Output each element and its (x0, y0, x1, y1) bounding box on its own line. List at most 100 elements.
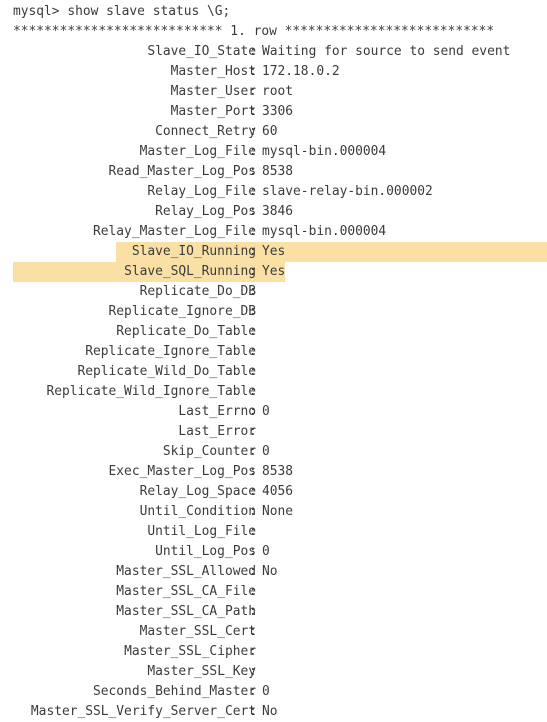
field-separator: : (249, 284, 257, 299)
field-name: Master_Log_File (139, 144, 256, 159)
field-separator: : (249, 184, 257, 199)
field-separator: : (249, 664, 257, 679)
field-separator: : (249, 364, 257, 379)
field-value: Yes (262, 244, 286, 259)
status-field-row: Read_Master_Log_Pos:8538 (0, 162, 547, 182)
field-separator: : (249, 644, 257, 659)
field-name: Last_Error (178, 424, 256, 439)
status-field-row: Until_Log_File: (0, 522, 547, 542)
field-name: Until_Log_File (147, 524, 256, 539)
field-separator: : (249, 404, 257, 419)
field-separator: : (249, 704, 257, 719)
field-value: 0 (262, 544, 270, 559)
status-field-row: Master_SSL_Verify_Server_Cert: No (0, 702, 547, 722)
field-value: 3306 (262, 104, 294, 119)
field-separator: : (249, 244, 257, 259)
status-field-row: Last_Errno:0 (0, 402, 547, 422)
field-value: 0 (262, 444, 270, 459)
field-separator: : (249, 384, 257, 399)
field-separator: : (249, 684, 257, 699)
field-separator: : (249, 44, 257, 59)
field-separator: : (249, 104, 257, 119)
field-value: root (262, 84, 294, 99)
status-field-row: Exec_Master_Log_Pos:8538 (0, 462, 547, 482)
field-separator: : (249, 64, 257, 79)
status-field-row: Connect_Retry:60 (0, 122, 547, 142)
field-separator: : (249, 324, 257, 339)
field-value: No (262, 704, 278, 719)
field-name: Replicate_Ignore_Table (85, 344, 256, 359)
field-value: No (262, 564, 278, 579)
field-value: slave-relay-bin.000002 (262, 184, 433, 199)
status-field-row: Last_Error: (0, 422, 547, 442)
field-separator: : (249, 624, 257, 639)
field-value: mysql-bin.000004 (262, 224, 387, 239)
field-separator: : (249, 564, 257, 579)
field-name: Master_SSL_Cert (139, 624, 256, 639)
status-field-row: Master_SSL_CA_File: (0, 582, 547, 602)
field-name: Until_Condition (139, 504, 256, 519)
status-field-row: Master_SSL_Key: (0, 662, 547, 682)
status-field-row: Skip_Counter:0 (0, 442, 547, 462)
field-separator: : (249, 264, 257, 279)
status-field-row: Relay_Log_Space:4056 (0, 482, 547, 502)
status-field-row: Master_Host:172.18.0.2 (0, 62, 547, 82)
field-value: mysql-bin.000004 (262, 144, 387, 159)
field-separator: : (249, 604, 257, 619)
status-field-row: Slave_SQL_Running: Yes (0, 262, 547, 282)
field-name: Replicate_Do_DB (139, 284, 256, 299)
status-field-row: Until_Log_Pos:0 (0, 542, 547, 562)
field-separator: : (249, 204, 257, 219)
field-value: 4056 (262, 484, 294, 499)
field-separator: : (249, 424, 257, 439)
status-field-row: Slave_IO_State: Waiting for source to sen… (0, 42, 547, 62)
field-separator: : (249, 344, 257, 359)
field-separator: : (249, 224, 257, 239)
field-separator: : (249, 544, 257, 559)
field-name: Master_User (170, 84, 256, 99)
status-field-row: Slave_IO_Running: Yes (0, 242, 547, 262)
field-name: Relay_Log_File (147, 184, 256, 199)
field-separator: : (249, 144, 257, 159)
field-name: Master_SSL_Allowed (116, 564, 256, 579)
field-separator: : (249, 124, 257, 139)
status-field-row: Master_SSL_Allowed: No (0, 562, 547, 582)
field-name: Slave_SQL_Running (124, 264, 256, 279)
status-field-row: Master_Port:3306 (0, 102, 547, 122)
field-name: Seconds_Behind_Master (93, 684, 256, 699)
field-name: Until_Log_Pos (155, 544, 256, 559)
status-field-row: Seconds_Behind_Master:0 (0, 682, 547, 702)
field-name: Slave_IO_Running (131, 244, 256, 259)
terminal-output[interactable]: mysql> show slave status \G; ***********… (0, 0, 547, 721)
field-name: Slave_IO_State (147, 44, 256, 59)
field-name: Master_Port (170, 104, 256, 119)
field-name: Relay_Master_Log_File (93, 224, 256, 239)
status-field-row: Master_SSL_CA_Path: (0, 602, 547, 622)
field-name: Replicate_Ignore_DB (108, 304, 256, 319)
field-name: Master_Host (170, 64, 256, 79)
field-value: 60 (262, 124, 278, 139)
field-separator: : (249, 584, 257, 599)
field-separator: : (249, 484, 257, 499)
status-field-row: Master_SSL_Cipher: (0, 642, 547, 662)
status-field-row: Replicate_Do_DB: (0, 282, 547, 302)
field-name: Master_SSL_CA_File (116, 584, 256, 599)
field-separator: : (249, 164, 257, 179)
field-separator: : (249, 84, 257, 99)
field-name: Last_Errno (178, 404, 256, 419)
field-separator: : (249, 304, 257, 319)
status-field-row: Replicate_Ignore_DB: (0, 302, 547, 322)
field-value: Yes (262, 264, 286, 279)
status-field-row: Relay_Master_Log_File: mysql-bin.000004 (0, 222, 547, 242)
field-separator: : (249, 464, 257, 479)
status-field-row: Replicate_Do_Table: (0, 322, 547, 342)
field-name: Exec_Master_Log_Pos (108, 464, 256, 479)
field-name: Connect_Retry (155, 124, 256, 139)
row-header: *************************** 1. row *****… (13, 24, 495, 39)
field-value: 0 (262, 684, 270, 699)
status-field-row: Relay_Log_File: slave-relay-bin.000002 (0, 182, 547, 202)
field-name: Replicate_Do_Table (116, 324, 256, 339)
field-value: 3846 (262, 204, 294, 219)
status-field-row: Replicate_Ignore_Table: (0, 342, 547, 362)
field-name: Relay_Log_Space (139, 484, 256, 499)
